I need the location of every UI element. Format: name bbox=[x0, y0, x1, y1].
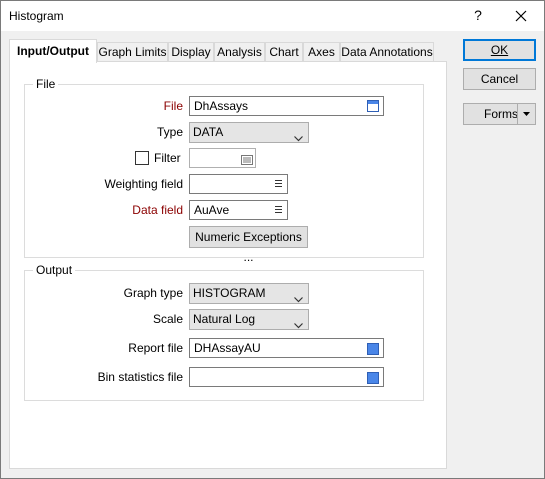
bin-statistics-file-input[interactable] bbox=[189, 367, 384, 387]
forms-button[interactable]: Forms bbox=[463, 103, 536, 125]
report-file-input[interactable]: DHAssayAU bbox=[189, 338, 384, 358]
weighting-field-label: Weighting field bbox=[104, 177, 184, 191]
numeric-exceptions-button[interactable]: Numeric Exceptions ... bbox=[189, 226, 308, 264]
ok-button[interactable]: OK bbox=[463, 39, 536, 61]
input-output-panel: File File DhAssays Type DATA Filter Weig… bbox=[9, 61, 447, 469]
cancel-button[interactable]: Cancel bbox=[463, 68, 536, 90]
title-bar: Histogram ? bbox=[1, 1, 544, 31]
chevron-down-icon bbox=[294, 129, 303, 148]
scale-value: Natural Log bbox=[193, 312, 256, 326]
graph-type-value: HISTOGRAM bbox=[193, 286, 266, 300]
output-group-title: Output bbox=[33, 263, 76, 277]
file-label: File bbox=[163, 99, 183, 113]
data-field-input[interactable]: AuAve bbox=[189, 200, 288, 220]
filter-label: Filter bbox=[154, 151, 181, 165]
forms-button-label: Forms bbox=[484, 107, 518, 121]
chevron-down-icon bbox=[294, 290, 303, 309]
tab-input-output[interactable]: Input/Output bbox=[9, 39, 97, 63]
file-input-value: DhAssays bbox=[194, 99, 249, 113]
graph-type-label: Graph type bbox=[123, 286, 183, 300]
file-group: File File DhAssays Type DATA Filter Weig… bbox=[24, 77, 424, 264]
file-browse-icon[interactable] bbox=[367, 343, 379, 355]
weighting-field-input[interactable] bbox=[189, 174, 288, 194]
report-file-label: Report file bbox=[128, 341, 183, 355]
list-icon[interactable] bbox=[275, 206, 282, 215]
graph-type-select[interactable]: HISTOGRAM bbox=[189, 283, 309, 304]
close-icon[interactable] bbox=[509, 4, 533, 28]
tab-data-annotations[interactable]: Data Annotations bbox=[340, 42, 434, 61]
scale-select[interactable]: Natural Log bbox=[189, 309, 309, 330]
filter-input[interactable] bbox=[189, 148, 256, 168]
file-group-title: File bbox=[33, 77, 59, 91]
chevron-down-icon bbox=[294, 316, 303, 335]
ok-button-label: OK bbox=[490, 43, 509, 57]
bin-statistics-file-label: Bin statistics file bbox=[97, 370, 183, 384]
window-title: Histogram bbox=[9, 9, 64, 23]
file-browse-icon[interactable] bbox=[367, 372, 379, 384]
list-icon[interactable] bbox=[275, 180, 282, 189]
file-browse-icon[interactable] bbox=[367, 100, 379, 112]
data-field-value: AuAve bbox=[194, 203, 230, 217]
tab-graph-limits[interactable]: Graph Limits bbox=[97, 42, 168, 61]
type-label: Type bbox=[156, 125, 183, 139]
file-input[interactable]: DhAssays bbox=[189, 96, 384, 116]
tab-axes[interactable]: Axes bbox=[303, 42, 340, 61]
tab-chart[interactable]: Chart bbox=[265, 42, 303, 61]
output-group: Output Graph type HISTOGRAM Scale Natura… bbox=[24, 263, 424, 401]
forms-dropdown-arrow[interactable] bbox=[517, 104, 536, 124]
type-select[interactable]: DATA bbox=[189, 122, 309, 143]
data-field-label: Data field bbox=[132, 203, 183, 217]
filter-list-icon[interactable] bbox=[241, 152, 253, 165]
tab-display[interactable]: Display bbox=[168, 42, 214, 61]
histogram-dialog: Histogram ? Input/Output Graph Limits Di… bbox=[0, 0, 545, 479]
filter-checkbox[interactable] bbox=[135, 151, 149, 165]
type-select-value: DATA bbox=[193, 125, 224, 139]
help-button[interactable]: ? bbox=[471, 7, 485, 23]
scale-label: Scale bbox=[152, 312, 183, 326]
cancel-button-label: Cancel bbox=[480, 72, 519, 86]
tab-analysis[interactable]: Analysis bbox=[214, 42, 265, 61]
report-file-value: DHAssayAU bbox=[194, 341, 261, 355]
